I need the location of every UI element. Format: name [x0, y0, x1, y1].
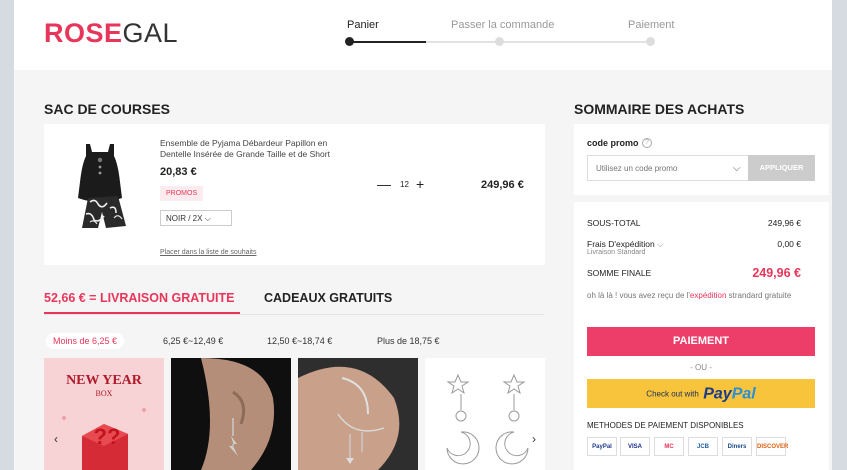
carousel-prev-arrow[interactable]: ‹	[54, 432, 58, 446]
product-image[interactable]	[60, 138, 140, 234]
gift-star-moon-earrings[interactable]	[425, 358, 545, 470]
chevron-down-icon: ⌵	[657, 239, 664, 249]
step-cart-label: Panier	[347, 19, 379, 31]
step-payment-label: Paiement	[628, 19, 675, 31]
box-text: BOX	[96, 389, 113, 398]
item-total: 249,96 €	[481, 179, 524, 191]
paypal-logo-pay: Pay	[703, 385, 732, 403]
logo-rose: ROSE	[44, 18, 123, 48]
gift-ear-cuff-chain[interactable]	[298, 358, 418, 470]
price-range-under-6[interactable]: Moins de 6,25 €	[46, 333, 125, 349]
tab-free-shipping[interactable]: 52,66 € = LIVRAISON GRATUITE	[44, 291, 234, 305]
step-checkout-label: Passer la commande	[451, 19, 555, 31]
question-marks-icon: ??	[94, 424, 121, 449]
final-total-value: 249,96 €	[752, 266, 801, 280]
wishlist-link[interactable]: Placer dans la liste de souhaits	[160, 249, 257, 256]
shipping-method: Livraison Standard	[587, 249, 646, 256]
price-range-12-18[interactable]: 12,50 €~18,74 €	[260, 333, 339, 349]
variant-select[interactable]: NOIR / 2X ⌵	[160, 210, 232, 226]
paypal-icon: PayPal	[587, 437, 617, 456]
checkout-payment-button[interactable]: PAIEMENT	[587, 327, 815, 356]
diners-club-icon: Diners	[722, 437, 752, 456]
promo-code-label: code promo	[587, 138, 639, 148]
gift-lightning-earring[interactable]	[171, 358, 291, 470]
paypal-logo-pal: Pal	[731, 385, 756, 403]
final-total-label: SOMME FINALE	[587, 268, 652, 278]
header: ROSEGAL Panier Passer la commande Paieme…	[14, 0, 832, 70]
cart-item-card: Ensemble de Pyjama Débardeur Papillon en…	[44, 124, 545, 265]
variant-value: NOIR / 2X	[166, 214, 203, 223]
step-cart-dot	[345, 37, 354, 46]
tabs-divider	[44, 314, 544, 315]
chevron-down-icon: ⌵	[204, 214, 211, 223]
paypal-checkout-text: Check out with	[646, 389, 699, 399]
product-name[interactable]: Ensemble de Pyjama Débardeur Papillon en…	[160, 138, 360, 160]
price-range-over-18[interactable]: Plus de 18,75 €	[370, 333, 447, 349]
product-price: 20,83 €	[160, 166, 197, 178]
free-shipping-note: oh là là ! vous avez reçu de l'expéditio…	[587, 291, 807, 301]
discover-icon: DISCOVER	[756, 437, 788, 456]
shipping-value: 0,00 €	[777, 239, 801, 249]
chevron-down-icon[interactable]: ⌵	[733, 163, 741, 174]
price-range-6-12[interactable]: 6,25 €~12,49 €	[156, 333, 230, 349]
step-checkout-dot	[495, 37, 504, 46]
quantity-value[interactable]: 12	[400, 180, 409, 189]
note-highlight: expédition	[689, 291, 727, 300]
gift-new-year-box[interactable]: NEW YEAR BOX ??	[44, 358, 164, 470]
note-text-end: strandard gratuite	[726, 291, 792, 300]
mastercard-icon: MC	[654, 437, 684, 456]
subtotal-label: SOUS-TOTAL	[587, 218, 641, 228]
shipping-label-text: Frais D'expédition	[587, 239, 655, 249]
subtotal-value: 249,96 €	[767, 218, 801, 228]
paypal-checkout-button[interactable]: Check out with PayPal	[587, 379, 815, 408]
quantity-increase-button[interactable]: +	[416, 176, 424, 192]
rosegal-logo[interactable]: ROSEGAL	[44, 18, 178, 49]
or-divider: - OU -	[690, 363, 712, 372]
active-tab-underline	[44, 312, 240, 314]
help-icon[interactable]: ?	[642, 138, 652, 148]
progress-line-done	[351, 41, 426, 43]
quantity-decrease-button[interactable]: —	[377, 176, 391, 192]
note-text-start: oh là là ! vous avez reçu de l'	[587, 291, 690, 300]
carousel-next-arrow[interactable]: ›	[532, 432, 536, 446]
payment-methods-title: METHODES DE PAIEMENT DISPONIBLES	[587, 421, 744, 430]
cart-title: SAC DE COURSES	[44, 101, 171, 117]
visa-icon: VISA	[620, 437, 650, 456]
promo-badge: PROMOS	[160, 186, 204, 201]
new-year-text: NEW YEAR	[66, 373, 143, 388]
page-frame: ROSEGAL Panier Passer la commande Paieme…	[14, 0, 832, 470]
apply-promo-button[interactable]: APPLIQUER	[748, 155, 815, 181]
jcb-icon: JCB	[688, 437, 718, 456]
summary-title: SOMMAIRE DES ACHATS	[574, 101, 745, 117]
logo-gal: GAL	[122, 18, 179, 48]
step-payment-dot	[646, 37, 655, 46]
progress-line-remaining	[426, 41, 652, 43]
promo-code-input[interactable]	[587, 155, 749, 181]
tab-free-gifts[interactable]: CADEAUX GRATUITS	[264, 291, 392, 305]
